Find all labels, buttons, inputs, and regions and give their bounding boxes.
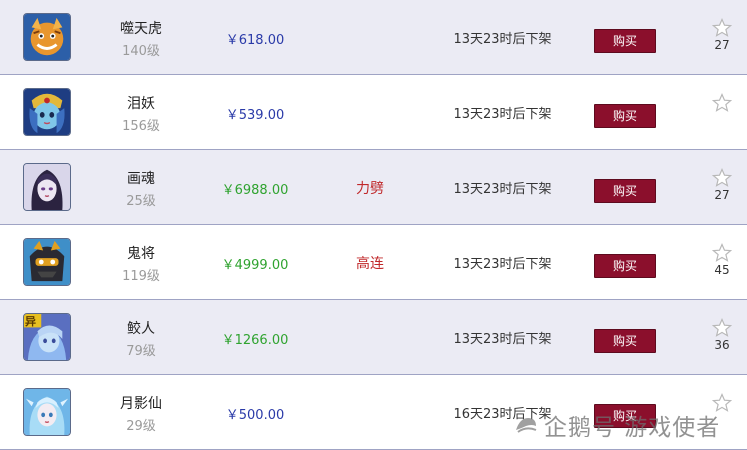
- star-icon[interactable]: [712, 243, 732, 263]
- pet-level: 25级: [126, 194, 156, 209]
- pet-listing-table: 噬天虎 140级 ￥618.00 13天23时后下架 购买 27 泪妖 156级…: [0, 0, 747, 450]
- ghost-general-avatar-icon[interactable]: [23, 238, 71, 286]
- moon-fairy-avatar-icon[interactable]: [23, 388, 71, 436]
- favorite-count: 27: [714, 188, 730, 202]
- time-remaining: 13天23时后下架: [453, 107, 552, 122]
- favorite-count: 45: [714, 263, 730, 277]
- pet-name: 鬼将: [127, 246, 155, 262]
- favorite-toggle[interactable]: 27: [708, 18, 736, 52]
- price: ￥500.00: [225, 408, 285, 423]
- pet-name: 画魂: [127, 171, 155, 187]
- mermaid-avatar-icon[interactable]: 异: [23, 313, 71, 361]
- favorite-count: 36: [714, 338, 730, 352]
- variant-badge: 异: [25, 315, 36, 328]
- time-remaining: 13天23时后下架: [453, 32, 552, 47]
- time-remaining: 13天23时后下架: [453, 182, 552, 197]
- listing-row: 异 鲛人 79级 ￥1266.00 13天23时后下架 购买 36: [0, 300, 747, 375]
- time-remaining: 13天23时后下架: [453, 257, 552, 272]
- pet-level: 156级: [122, 119, 160, 134]
- star-icon[interactable]: [712, 18, 732, 38]
- listing-row: 鬼将 119级 ￥4999.00 高连 13天23时后下架 购买 45: [0, 225, 747, 300]
- favorite-toggle[interactable]: [708, 93, 736, 113]
- favorite-count: 27: [714, 38, 730, 52]
- tear-demon-avatar-icon[interactable]: [23, 88, 71, 136]
- tiger-avatar-icon[interactable]: [23, 13, 71, 61]
- price: ￥6988.00: [221, 183, 289, 198]
- star-icon[interactable]: [712, 93, 732, 113]
- star-icon[interactable]: [712, 318, 732, 338]
- favorite-toggle[interactable]: 27: [708, 168, 736, 202]
- listing-row: 画魂 25级 ￥6988.00 力劈 13天23时后下架 购买 27: [0, 150, 747, 225]
- favorite-toggle[interactable]: 45: [708, 243, 736, 277]
- buy-button[interactable]: 购买: [594, 179, 656, 203]
- penguin-logo-icon: [516, 418, 537, 433]
- price: ￥4999.00: [221, 258, 289, 273]
- skill-tag: 力劈: [356, 181, 384, 197]
- pet-level: 119级: [122, 269, 160, 284]
- price: ￥618.00: [225, 33, 285, 48]
- pet-name: 泪妖: [127, 96, 155, 112]
- pet-name: 鲛人: [127, 321, 155, 337]
- price: ￥539.00: [225, 108, 285, 123]
- pet-level: 79级: [126, 344, 156, 359]
- time-remaining: 13天23时后下架: [453, 332, 552, 347]
- pet-name: 月影仙: [120, 396, 162, 412]
- favorite-toggle[interactable]: 36: [708, 318, 736, 352]
- painted-soul-avatar-icon[interactable]: [23, 163, 71, 211]
- buy-button[interactable]: 购买: [594, 254, 656, 278]
- star-icon[interactable]: [712, 168, 732, 188]
- pet-level: 29级: [126, 419, 156, 434]
- skill-tag: 高连: [356, 256, 384, 272]
- watermark: 企鹅号 游戏使者: [544, 415, 721, 441]
- listing-row: 泪妖 156级 ￥539.00 13天23时后下架 购买: [0, 75, 747, 150]
- buy-button[interactable]: 购买: [594, 329, 656, 353]
- pet-level: 140级: [122, 44, 160, 59]
- buy-button[interactable]: 购买: [594, 29, 656, 53]
- pet-name: 噬天虎: [120, 21, 162, 37]
- price: ￥1266.00: [221, 333, 289, 348]
- buy-button[interactable]: 购买: [594, 104, 656, 128]
- listing-row: 噬天虎 140级 ￥618.00 13天23时后下架 购买 27: [0, 0, 747, 75]
